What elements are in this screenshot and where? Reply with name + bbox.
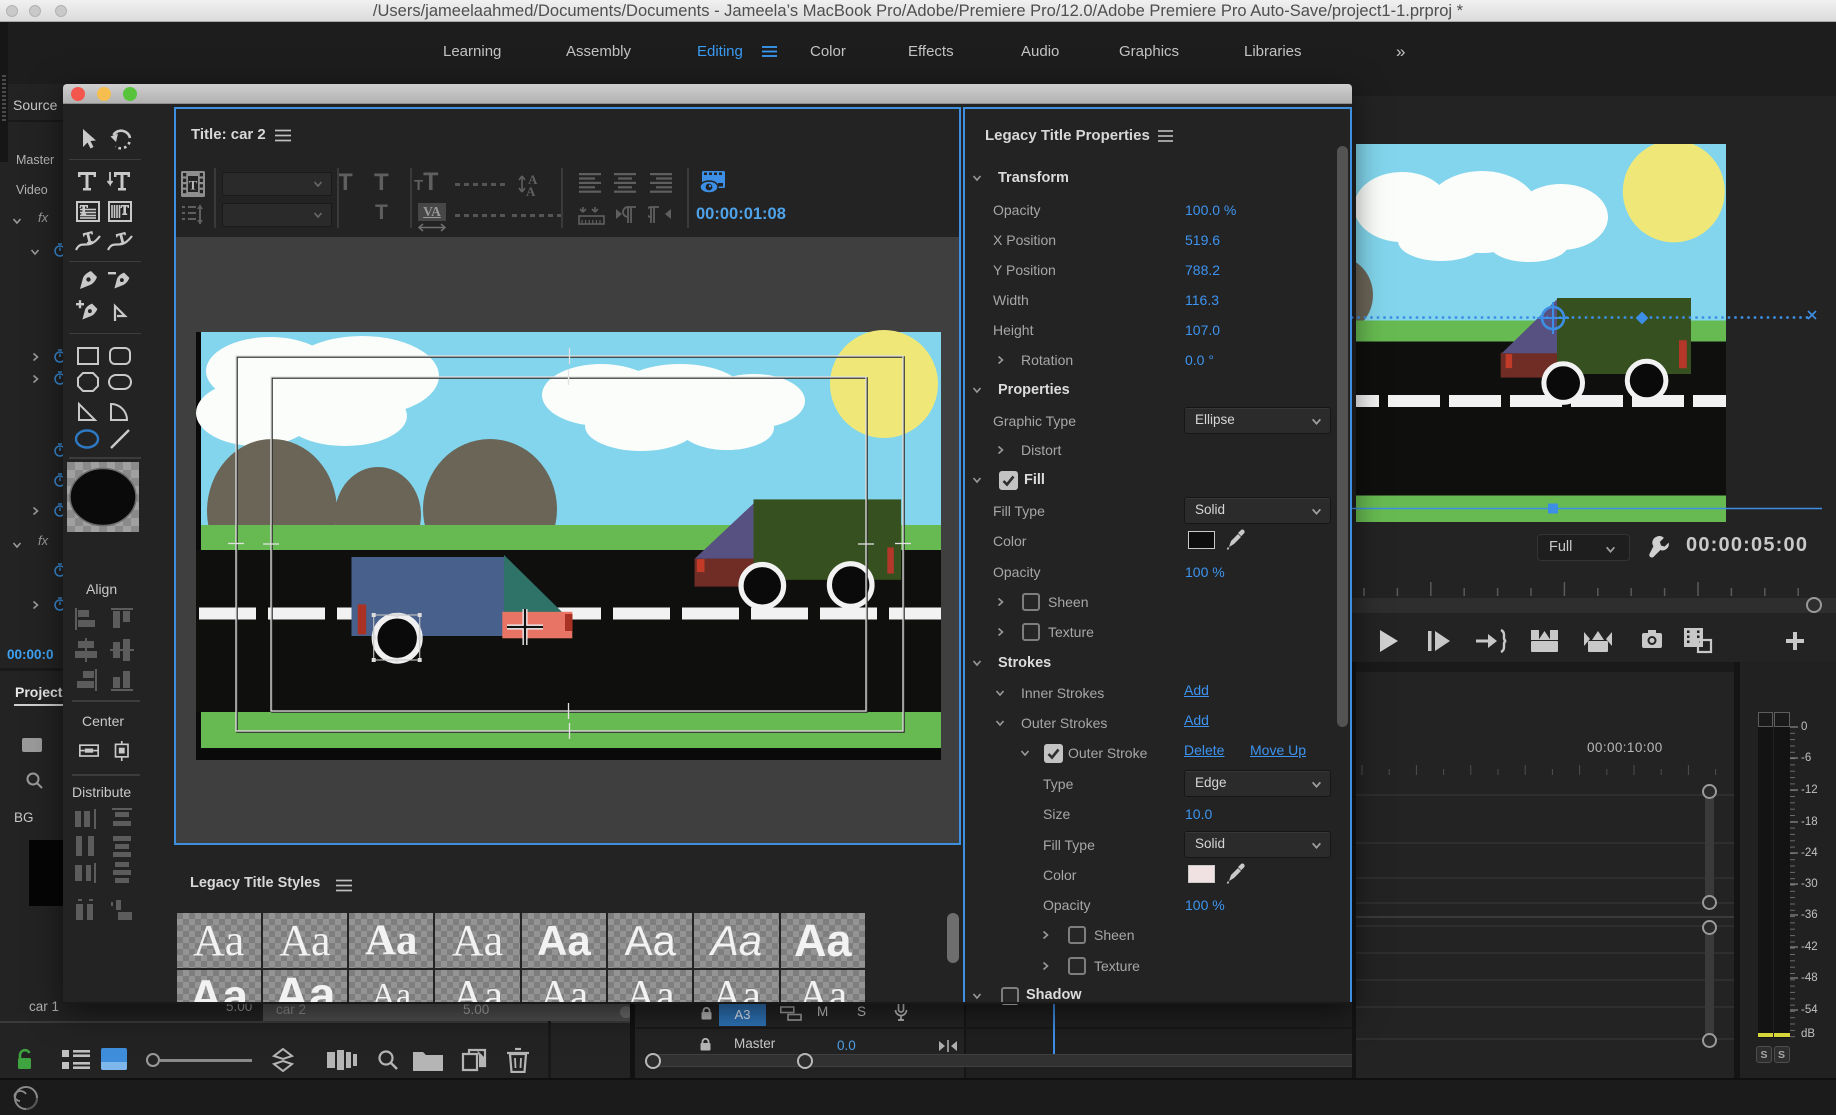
svg-text:A: A xyxy=(526,184,536,198)
svg-text:T: T xyxy=(189,178,198,193)
